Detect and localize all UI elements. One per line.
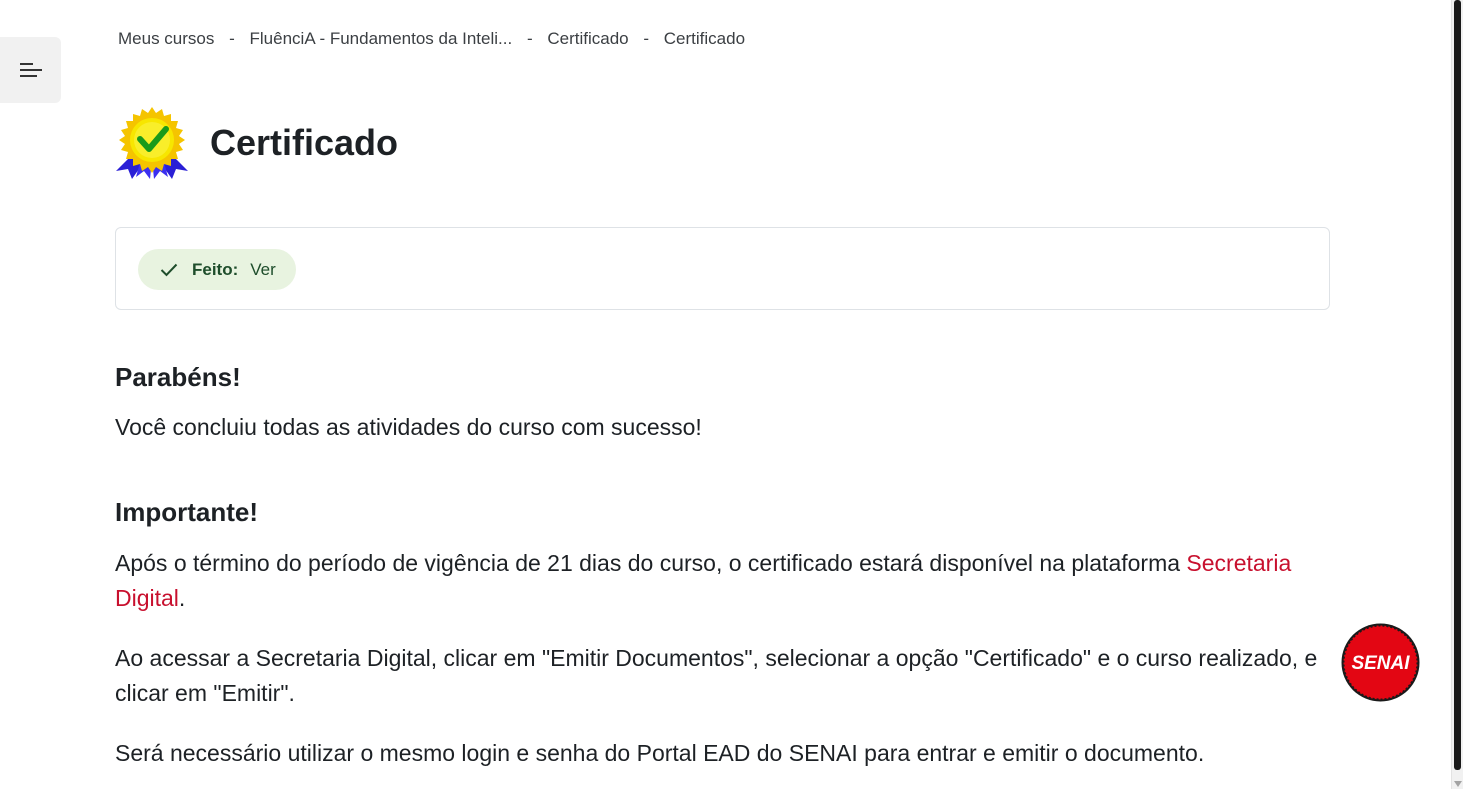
check-icon <box>160 263 178 276</box>
info-paragraph-3: Será necessário utilizar o mesmo login e… <box>115 740 1205 766</box>
breadcrumb-separator: - <box>526 29 533 48</box>
senai-logo-icon: SENAI <box>1341 623 1420 702</box>
info-paragraph-1-end: . <box>178 585 186 611</box>
info-paragraph-2: Ao acessar a Secretaria Digital, clicar … <box>115 645 1318 706</box>
info-paragraph-1-text: Após o término do período de vigência de… <box>115 550 1187 576</box>
info-paragraph-1: Após o término do período de vigência de… <box>115 546 1330 616</box>
page: Meus cursos - FluênciA - Fundamentos da … <box>0 0 1463 789</box>
completion-badge: Feito: Ver <box>138 249 296 290</box>
page-title: Certificado <box>210 122 399 163</box>
congrats-heading: Parabéns! <box>115 362 241 392</box>
completion-requirements: Feito: Ver <box>115 227 1330 310</box>
breadcrumb-item-current: Certificado <box>663 29 746 48</box>
senai-floating-button[interactable]: SENAI <box>1340 622 1421 703</box>
menu-icon <box>19 63 42 77</box>
scrollbar-down-arrow-icon[interactable] <box>1454 781 1462 787</box>
completion-label: Feito: <box>192 259 239 279</box>
completion-value: Ver <box>250 259 276 279</box>
certificate-seal-icon <box>116 107 188 179</box>
senai-logo-text: SENAI <box>1351 653 1410 674</box>
breadcrumb: Meus cursos - FluênciA - Fundamentos da … <box>118 29 745 49</box>
breadcrumb-item-course[interactable]: FluênciA - Fundamentos da Inteli... <box>250 29 513 48</box>
main-content: Parabéns! Você concluiu todas as ativida… <box>115 360 1330 771</box>
breadcrumb-item-section[interactable]: Certificado <box>547 29 628 48</box>
drawer-toggle-button[interactable] <box>0 37 61 103</box>
scrollbar-thumb[interactable] <box>1454 0 1461 770</box>
breadcrumb-item-meus-cursos[interactable]: Meus cursos <box>118 29 214 48</box>
scrollbar[interactable] <box>1451 0 1463 789</box>
page-header: Certificado <box>114 105 398 181</box>
congrats-text: Você concluiu todas as atividades do cur… <box>115 414 702 440</box>
breadcrumb-separator: - <box>643 29 650 48</box>
breadcrumb-separator: - <box>229 29 235 48</box>
important-heading: Importante! <box>115 497 258 527</box>
